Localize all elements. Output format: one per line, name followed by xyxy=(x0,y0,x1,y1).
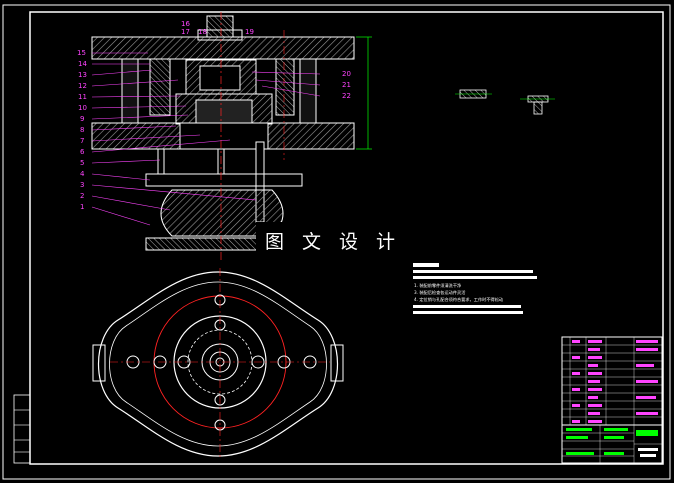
part-label: 2 xyxy=(80,192,84,200)
title-block xyxy=(561,336,663,464)
part-label: 5 xyxy=(80,159,84,167)
part-label: 10 xyxy=(78,104,87,112)
dimension-vertical xyxy=(356,36,372,150)
die-opening xyxy=(179,122,269,150)
part-label: 4 xyxy=(80,170,85,178)
detail-view-a xyxy=(455,89,492,99)
tech-note: 1. 装配前零件须清洗干净 xyxy=(414,282,461,289)
support-rod-left xyxy=(157,148,165,175)
tech-note: 3. 装配后检查各运动件灵活 xyxy=(414,289,465,296)
notes-heading-bar xyxy=(413,263,439,267)
part-label: 20 xyxy=(342,70,351,78)
part-labels-left: 15 14 13 12 11 10 9 8 7 6 5 4 3 2 1 xyxy=(77,49,87,211)
guide-pillar-left xyxy=(121,58,139,124)
top-knob xyxy=(206,15,234,38)
part-label: 1 xyxy=(80,203,84,211)
guide-pillar-right xyxy=(299,58,317,124)
technical-notes: 1. 装配前零件须清洗干净 3. 装配后检查各运动件灵活 4. 定位销与孔配合须… xyxy=(413,263,537,314)
detail-view-b xyxy=(520,95,555,115)
guide-bush-right xyxy=(275,58,295,116)
bottom-plate xyxy=(145,237,259,251)
part-label: 9 xyxy=(80,115,84,123)
part-label: 7 xyxy=(80,137,84,145)
part-label: 14 xyxy=(78,60,87,68)
watermark: 图 文 设 计 xyxy=(256,222,410,262)
part-label: 18 xyxy=(198,28,207,36)
part-label: 3 xyxy=(80,181,84,189)
punch-core xyxy=(199,65,241,91)
notes-bar xyxy=(413,305,521,308)
frame-corner-ticks xyxy=(14,409,30,453)
part-label: 17 xyxy=(181,28,190,36)
tech-note: 4. 定位销与孔配合须符合要求，工作时不得松动 xyxy=(414,296,503,303)
plan-outline-inner xyxy=(109,281,327,447)
notes-bar xyxy=(413,270,533,273)
part-label: 21 xyxy=(342,81,351,89)
part-label: 13 xyxy=(78,71,87,79)
base-plate xyxy=(145,173,303,187)
part-label: 16 xyxy=(181,20,190,28)
part-label: 8 xyxy=(80,126,84,134)
part-label: 22 xyxy=(342,92,351,100)
notes-bar xyxy=(413,311,523,314)
part-label: 11 xyxy=(78,93,87,101)
part-label: 6 xyxy=(80,148,85,156)
part-label: 19 xyxy=(245,28,254,36)
plan-view xyxy=(92,268,344,460)
part-label: 12 xyxy=(78,82,87,90)
part-label: 15 xyxy=(77,49,86,57)
notes-bar xyxy=(413,276,537,279)
frame-corner-strip xyxy=(13,394,31,464)
part-labels-right: 20 21 22 xyxy=(342,70,351,100)
stripper-inner xyxy=(195,99,253,125)
